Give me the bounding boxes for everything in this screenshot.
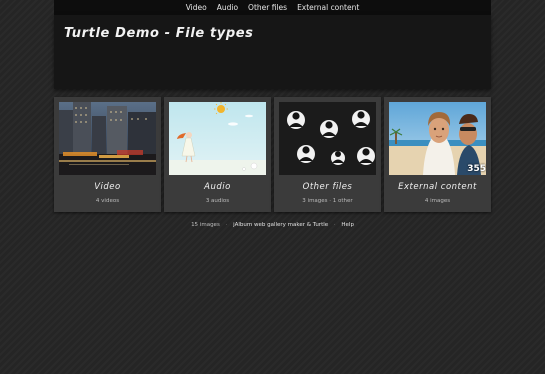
folder-title[interactable]: Other files bbox=[274, 182, 381, 192]
separator: · bbox=[333, 222, 336, 228]
city-night-thumbnail[interactable] bbox=[59, 102, 156, 175]
folder-count: 4 videos bbox=[95, 198, 120, 204]
page-title: Turtle Demo - File types bbox=[64, 26, 254, 41]
folder-count: 3 images · 1 other bbox=[302, 198, 353, 204]
folder-card-external-content[interactable]: 355 External content 4 images bbox=[384, 97, 491, 212]
nav-audio[interactable]: Audio bbox=[217, 3, 238, 12]
beach-selfie-thumbnail[interactable]: 355 bbox=[389, 102, 486, 175]
nav-other-files[interactable]: Other files bbox=[248, 3, 287, 12]
folder-card-audio[interactable]: Audio 3 audios bbox=[164, 97, 271, 212]
top-navigation: Video Audio Other files External content bbox=[54, 0, 491, 15]
help-link[interactable]: Help bbox=[341, 222, 354, 228]
folder-title[interactable]: External content bbox=[384, 182, 491, 192]
illustration-thumbnail[interactable] bbox=[169, 102, 266, 175]
nav-video[interactable]: Video bbox=[186, 3, 207, 12]
folder-title[interactable]: Video bbox=[54, 182, 161, 192]
folder-card-other-files[interactable]: Other files 3 images · 1 other bbox=[274, 97, 381, 212]
jalbum-credit-link[interactable]: jAlbum web gallery maker & Turtle bbox=[233, 222, 328, 228]
separator: · bbox=[225, 222, 228, 228]
folder-card-video[interactable]: Video 4 videos bbox=[54, 97, 161, 212]
image-count: 15 images bbox=[191, 222, 220, 228]
folder-title[interactable]: Audio bbox=[164, 182, 271, 192]
folder-count: 3 audios bbox=[205, 198, 230, 204]
portraits-thumbnail[interactable] bbox=[279, 102, 376, 175]
hero-banner: Turtle Demo - File types bbox=[54, 15, 491, 89]
folder-count: 4 images bbox=[424, 198, 451, 204]
footer: 15 images · jAlbum web gallery maker & T… bbox=[0, 222, 545, 228]
nav-external-content[interactable]: External content bbox=[297, 3, 359, 12]
photo-count-badge: 355 bbox=[467, 164, 486, 174]
